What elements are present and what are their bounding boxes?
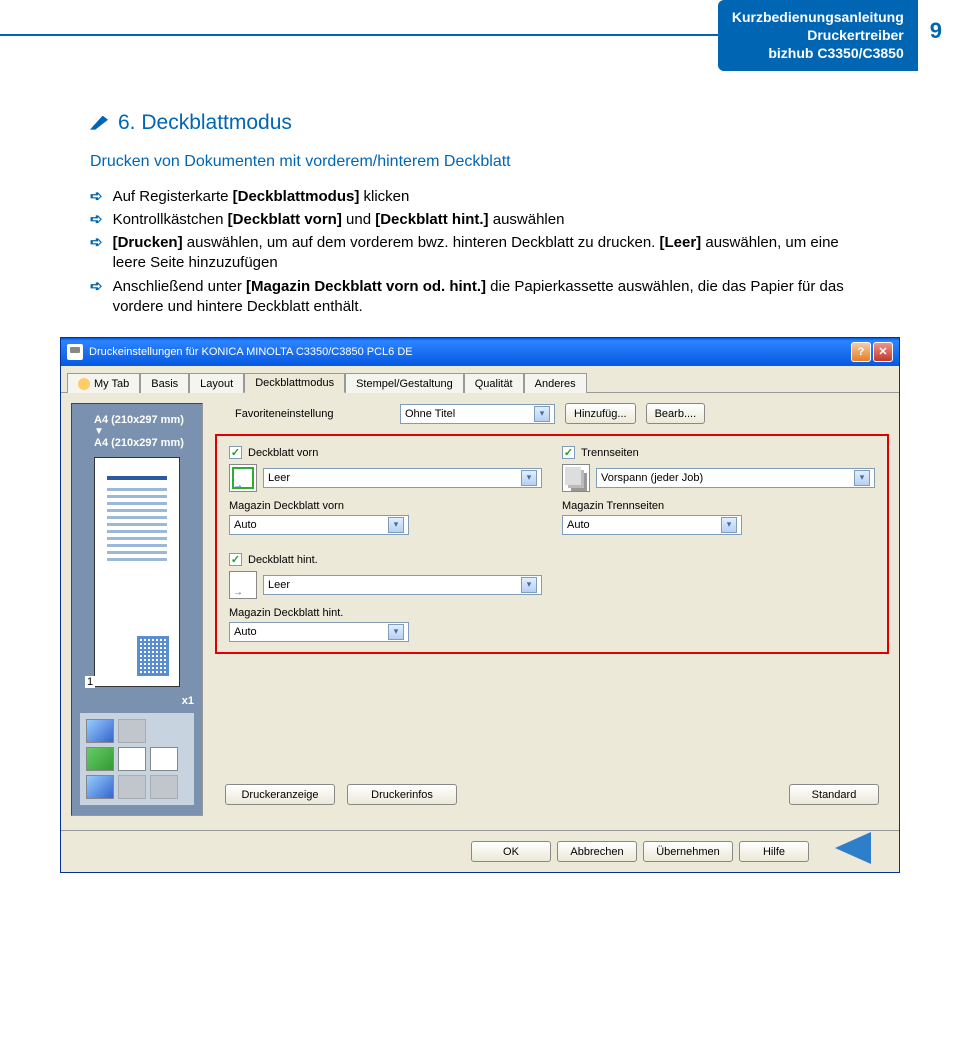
content-area: 6. Deckblattmodus Drucken von Dokumenten… [0, 111, 960, 318]
info-buttons-row: Druckeranzeige Druckerinfos Standard [215, 784, 889, 805]
header-line2: Druckertreiber [732, 26, 904, 44]
separator-column: ✓ Trennseiten Vorspann (jeder Job)▾ Maga… [562, 446, 875, 642]
header-rule [0, 34, 718, 36]
printer-info-button[interactable]: Druckerinfos [347, 784, 457, 805]
section-heading: 6. Deckblattmodus [118, 111, 292, 135]
dialog-button-bar: OK Abbrechen Übernehmen Hilfe [61, 830, 899, 872]
tab-layout[interactable]: Layout [189, 373, 244, 393]
tab-anderes[interactable]: Anderes [524, 373, 587, 393]
tray-back-label: Magazin Deckblatt hint. [229, 607, 542, 619]
add-favorite-button[interactable]: Hinzufüg... [565, 403, 636, 424]
section-subtitle: Drucken von Dokumenten mit vorderem/hint… [90, 153, 870, 171]
help-button[interactable]: ? [851, 342, 871, 362]
ok-button[interactable]: OK [471, 841, 551, 862]
thumb-icon[interactable] [150, 747, 178, 771]
list-item: ➪ Anschließend unter [Magazin Deckblatt … [90, 277, 870, 318]
chevron-down-icon: ▾ [534, 406, 550, 422]
standard-button[interactable]: Standard [789, 784, 879, 805]
tab-qualitaet[interactable]: Qualität [464, 373, 524, 393]
page-blank-icon [229, 464, 257, 492]
edit-favorite-button[interactable]: Bearb.... [646, 403, 706, 424]
tab-deckblattmodus[interactable]: Deckblattmodus [244, 373, 345, 393]
bullet-icon: ➪ [90, 233, 103, 274]
paper-size-2: A4 (210x297 mm) [80, 437, 194, 449]
checkbox-checked-icon[interactable]: ✓ [229, 553, 242, 566]
header-line3: bizhub C3350/C3850 [732, 44, 904, 62]
paper-size-1: A4 (210x297 mm) [80, 414, 194, 426]
favorites-row: Favoriteneinstellung Ohne Titel▾ Hinzufü… [215, 403, 889, 424]
printer-icon [67, 344, 83, 360]
chevron-down-icon: ▾ [388, 624, 404, 640]
checkbox-checked-icon[interactable]: ✓ [229, 446, 242, 459]
preview-page-num: 1 [85, 676, 95, 688]
bullet-icon: ➪ [90, 187, 103, 207]
header-line1: Kurzbedienungsanleitung [732, 8, 904, 26]
close-button[interactable]: ✕ [873, 342, 893, 362]
page-blank-icon [229, 571, 257, 599]
tray-front-combo[interactable]: Auto▾ [229, 515, 409, 535]
page-stack-icon [562, 464, 590, 492]
list-item: ➪ Kontrollkästchen [Deckblatt vorn] und … [90, 210, 870, 230]
preview-panel: A4 (210x297 mm) ▼ A4 (210x297 mm) 1 x1 [71, 403, 203, 816]
favorites-label: Favoriteneinstellung [235, 408, 390, 420]
dialog-title: Druckeinstellungen für KONICA MINOLTA C3… [89, 346, 413, 358]
bullet-icon: ➪ [90, 210, 103, 230]
cover-front-check-row: ✓ Deckblatt vorn [229, 446, 542, 459]
separator-type-combo[interactable]: Vorspann (jeder Job)▾ [596, 468, 875, 488]
page-number: 9 [930, 18, 942, 44]
thumb-icon[interactable] [86, 747, 114, 771]
titlebar: Druckeinstellungen für KONICA MINOLTA C3… [61, 338, 899, 366]
pencil-icon [90, 116, 108, 130]
cover-back-type-combo[interactable]: Leer▾ [263, 575, 542, 595]
cover-back-label: Deckblatt hint. [248, 554, 318, 566]
print-settings-dialog: Druckeinstellungen für KONICA MINOLTA C3… [60, 337, 900, 873]
tab-stempel[interactable]: Stempel/Gestaltung [345, 373, 464, 393]
down-arrow-icon: ▼ [80, 426, 194, 437]
thumb-icon[interactable] [150, 775, 178, 799]
callout-arrow-icon [835, 832, 871, 864]
cover-front-column: ✓ Deckblatt vorn Leer▾ Magazin Deckblatt… [229, 446, 542, 642]
printer-display-button[interactable]: Druckeranzeige [225, 784, 335, 805]
thumb-icon[interactable] [118, 775, 146, 799]
page-corner-icon [137, 636, 169, 676]
zoom-level: x1 [80, 695, 194, 707]
list-item: ➪ Auf Registerkarte [Deckblattmodus] kli… [90, 187, 870, 207]
thumb-icon[interactable] [86, 775, 114, 799]
apply-button[interactable]: Übernehmen [643, 841, 733, 862]
chevron-down-icon: ▾ [521, 577, 537, 593]
bullet-icon: ➪ [90, 277, 103, 318]
tab-bar: My Tab Basis Layout Deckblattmodus Stemp… [61, 366, 899, 393]
settings-panel: Favoriteneinstellung Ohne Titel▾ Hinzufü… [215, 403, 889, 816]
cover-front-label: Deckblatt vorn [248, 447, 318, 459]
chevron-down-icon: ▾ [388, 517, 404, 533]
instruction-list: ➪ Auf Registerkarte [Deckblattmodus] kli… [90, 187, 870, 318]
chevron-down-icon: ▾ [854, 470, 870, 486]
favorites-combo[interactable]: Ohne Titel▾ [400, 404, 555, 424]
page-header: Kurzbedienungsanleitung Druckertreiber b… [0, 0, 960, 71]
chevron-down-icon: ▾ [721, 517, 737, 533]
tab-mytab[interactable]: My Tab [67, 373, 140, 393]
preview-thumbnails [80, 713, 194, 805]
separator-label: Trennseiten [581, 447, 639, 459]
tray-front-label: Magazin Deckblatt vorn [229, 500, 542, 512]
tray-sep-label: Magazin Trennseiten [562, 500, 875, 512]
chevron-down-icon: ▾ [521, 470, 537, 486]
checkbox-checked-icon[interactable]: ✓ [562, 446, 575, 459]
person-icon [78, 378, 90, 390]
list-item: ➪ [Drucken] auswählen, um auf dem vorder… [90, 233, 870, 274]
cover-front-type-combo[interactable]: Leer▾ [263, 468, 542, 488]
thumb-icon[interactable] [118, 719, 146, 743]
help-button[interactable]: Hilfe [739, 841, 809, 862]
tray-back-combo[interactable]: Auto▾ [229, 622, 409, 642]
highlighted-settings: ✓ Deckblatt vorn Leer▾ Magazin Deckblatt… [215, 434, 889, 654]
thumb-icon[interactable] [86, 719, 114, 743]
page-preview: 1 [94, 457, 180, 687]
tray-sep-combo[interactable]: Auto▾ [562, 515, 742, 535]
section-title: 6. Deckblattmodus [90, 111, 870, 135]
thumb-icon[interactable] [118, 747, 146, 771]
header-title-box: Kurzbedienungsanleitung Druckertreiber b… [718, 0, 918, 71]
cancel-button[interactable]: Abbrechen [557, 841, 637, 862]
tab-basis[interactable]: Basis [140, 373, 189, 393]
